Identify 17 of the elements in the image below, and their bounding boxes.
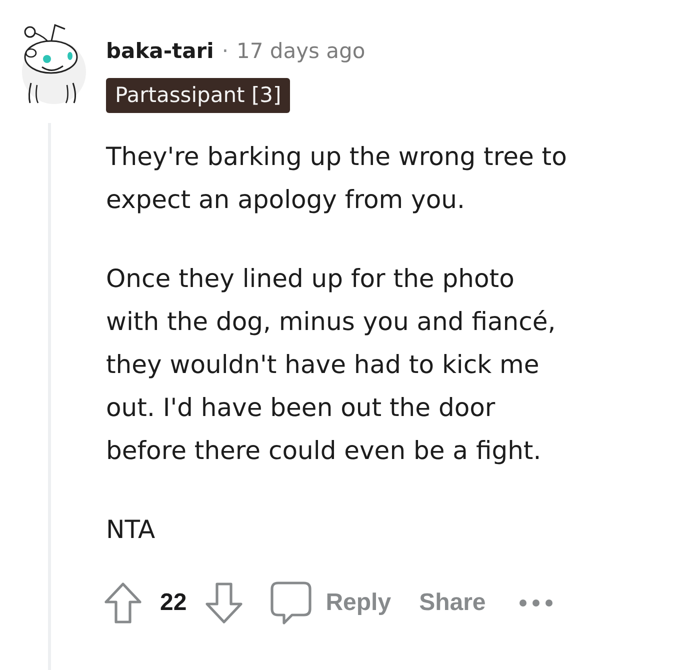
down-arrow-icon xyxy=(204,582,244,624)
more-button[interactable] xyxy=(518,599,553,607)
author-name[interactable]: baka-tari xyxy=(106,36,214,66)
share-button[interactable]: Share xyxy=(419,585,486,621)
user-flair: Partassipant [3] xyxy=(106,78,290,113)
vote-count: 22 xyxy=(160,588,187,618)
comment-paragraph: They're barking up the wrong tree to expect an apology from you. xyxy=(106,141,567,216)
upvote-button[interactable] xyxy=(103,582,143,624)
more-icon xyxy=(518,599,553,607)
up-arrow-icon xyxy=(103,582,143,624)
speech-bubble-icon xyxy=(270,581,312,625)
timestamp[interactable]: 17 days ago xyxy=(236,36,366,66)
separator-dot: · xyxy=(222,38,229,65)
downvote-button[interactable] xyxy=(204,582,244,624)
comment-paragraph: Once they lined up for the photo with the dog, minus you and fiancé, they wouldn't have had to kick me out. I'd have been out the door before there could even be a fight. xyxy=(106,263,557,467)
comment-paragraph: NTA xyxy=(106,514,156,546)
reply-button[interactable]: Reply xyxy=(270,581,392,625)
